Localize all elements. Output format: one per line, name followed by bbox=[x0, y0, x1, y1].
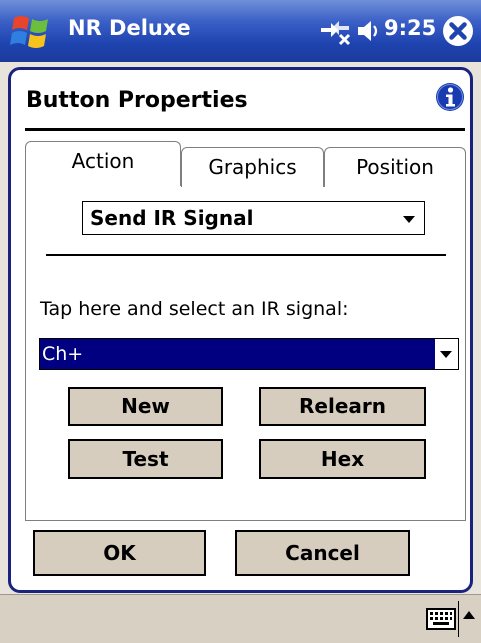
app-title: NR Deluxe bbox=[68, 16, 191, 40]
ir-signal-value: Ch+ bbox=[42, 343, 84, 365]
tab-position[interactable]: Position bbox=[324, 147, 466, 187]
button-properties-dialog: Button Properties Action Graphics Positi… bbox=[8, 67, 473, 593]
connectivity-icon[interactable] bbox=[318, 16, 352, 46]
sip-divider bbox=[458, 601, 459, 637]
dialog-title: Button Properties bbox=[26, 88, 248, 113]
screen: NR Deluxe 9:25 Button Properties Action bbox=[0, 0, 481, 643]
new-button[interactable]: New bbox=[68, 387, 223, 426]
title-bar: NR Deluxe 9:25 bbox=[0, 0, 481, 62]
windows-flag-icon[interactable] bbox=[10, 12, 54, 52]
tab-action[interactable]: Action bbox=[25, 141, 181, 186]
ir-signal-dropdown[interactable]: Ch+ bbox=[39, 338, 459, 370]
chevron-down-icon bbox=[403, 216, 415, 223]
clock[interactable]: 9:25 bbox=[384, 16, 436, 40]
test-button[interactable]: Test bbox=[68, 439, 223, 479]
info-icon[interactable] bbox=[435, 82, 465, 112]
panel-divider bbox=[46, 254, 446, 256]
selection-highlight bbox=[40, 339, 435, 369]
relearn-button[interactable]: Relearn bbox=[259, 387, 426, 426]
menu-bar bbox=[0, 594, 481, 643]
keyboard-icon[interactable] bbox=[426, 608, 456, 630]
ir-signal-instruction: Tap here and select an IR signal: bbox=[40, 298, 349, 320]
tab-panel-action: Send IR Signal Tap here and select an IR… bbox=[25, 185, 466, 521]
close-icon[interactable] bbox=[441, 14, 475, 48]
action-type-value: Send IR Signal bbox=[90, 206, 254, 230]
up-arrow-icon[interactable] bbox=[463, 611, 475, 619]
cancel-button[interactable]: Cancel bbox=[235, 530, 410, 576]
hex-button[interactable]: Hex bbox=[259, 439, 426, 479]
ok-button[interactable]: OK bbox=[33, 530, 206, 576]
title-divider bbox=[25, 128, 465, 131]
tab-graphics[interactable]: Graphics bbox=[181, 147, 324, 187]
volume-icon[interactable] bbox=[355, 18, 381, 44]
chevron-down-icon bbox=[440, 351, 452, 358]
action-type-dropdown[interactable]: Send IR Signal bbox=[82, 201, 425, 235]
